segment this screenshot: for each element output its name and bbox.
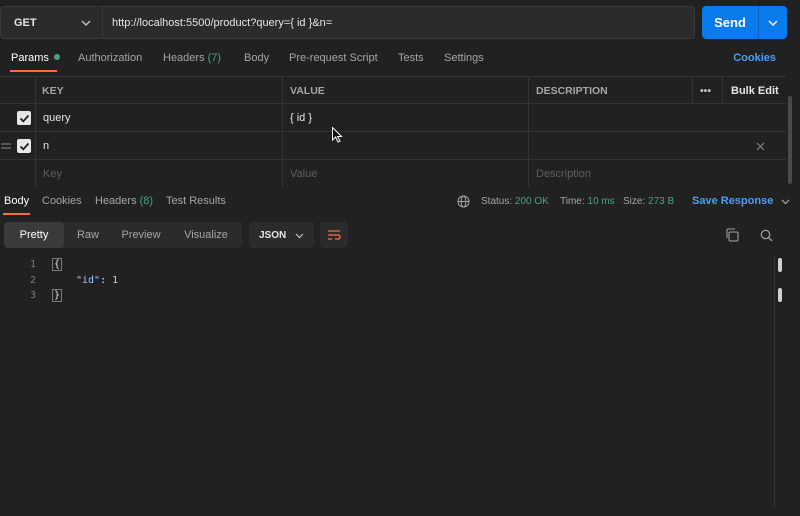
json-value: 1 [112,275,119,286]
code-line: { [52,258,63,271]
bulk-edit-button[interactable]: Bulk Edit [731,77,779,105]
request-tabs: Params Authorization Headers (7) Body Pr… [0,48,800,72]
response-tabs: Body Cookies Headers (8) Test Results St… [0,191,800,215]
value-placeholder[interactable]: Value [290,160,317,188]
line-number: 1 [29,259,36,270]
key-placeholder[interactable]: Key [43,160,62,188]
cursor-icon [332,127,343,143]
size-indicator: Size: 273 B [623,196,675,207]
active-response-tab-underline [3,213,30,215]
table-row: query { id } [0,104,786,132]
row-checkbox[interactable] [17,139,31,153]
editor-divider [774,256,775,508]
tab-headers[interactable]: Headers (7) [163,52,221,64]
editor-scroll-marker[interactable] [778,288,782,302]
value-column-header: VALUE [290,85,325,97]
view-mode-preview[interactable]: Preview [112,222,170,248]
chevron-down-icon [781,199,790,204]
code-line: "id": 1 [76,275,118,286]
globe-icon[interactable] [457,195,470,211]
editor-scroll-marker[interactable] [778,258,782,272]
params-dot-icon [53,54,60,60]
param-key[interactable]: n [43,132,49,160]
tab-response-body[interactable]: Body [4,195,29,207]
line-number: 3 [29,290,36,301]
method-select[interactable]: GET [0,6,102,39]
wrap-lines-icon [328,230,341,240]
column-divider [722,76,723,104]
url-input[interactable]: http://localhost:5500/product?query={ id… [102,6,695,39]
table-row-empty: Key Value Description [0,160,786,188]
description-column-header: DESCRIPTION [536,85,608,97]
tab-authorization[interactable]: Authorization [78,52,142,64]
param-key[interactable]: query [43,104,71,132]
tab-response-cookies[interactable]: Cookies [42,195,82,207]
tab-test-results[interactable]: Test Results [166,195,226,207]
search-icon[interactable] [758,227,774,243]
format-select[interactable]: JSON [249,222,314,248]
close-brace: } [52,289,63,302]
wrap-lines-button[interactable] [320,222,348,248]
tab-body[interactable]: Body [244,52,269,64]
copy-icon[interactable] [724,227,740,243]
save-response-button[interactable]: Save Response [692,195,790,207]
tab-settings[interactable]: Settings [444,52,484,64]
chevron-down-icon [81,20,91,26]
line-number: 2 [29,275,36,286]
tab-pre-request-script[interactable]: Pre-request Script [289,52,378,64]
view-mode-pretty[interactable]: Pretty [4,222,64,248]
tab-tests[interactable]: Tests [398,52,424,64]
format-label: JSON [259,229,287,241]
params-scrollbar[interactable] [788,96,792,184]
column-divider [692,76,693,104]
code-line: } [52,289,63,302]
cookies-link[interactable]: Cookies [733,52,776,64]
send-button[interactable]: Send [702,6,787,39]
tab-params[interactable]: Params [11,52,60,64]
response-body-editor[interactable]: 1 2 3 { "id": 1 } [0,258,770,508]
view-mode-selector: Pretty Raw Preview Visualize [4,222,242,248]
key-column-header: KEY [42,85,64,97]
open-brace: { [52,258,63,271]
column-divider [528,76,529,187]
params-header-row: KEY VALUE DESCRIPTION ••• Bulk Edit [0,76,786,104]
method-label: GET [14,16,37,29]
active-tab-underline [10,70,57,72]
delete-row-icon[interactable] [756,132,765,160]
status-indicator: Status: 200 OK [481,196,549,207]
url-text: http://localhost:5500/product?query={ id… [112,16,333,29]
tab-response-headers[interactable]: Headers (8) [95,195,153,207]
send-options-chevron-icon[interactable] [759,17,787,29]
params-table: KEY VALUE DESCRIPTION ••• Bulk Edit quer… [0,76,786,187]
description-placeholder[interactable]: Description [536,160,591,188]
row-checkbox[interactable] [17,111,31,125]
chevron-down-icon [295,233,304,239]
drag-handle-icon[interactable] [1,132,11,160]
column-divider [282,76,283,187]
column-divider [35,76,36,187]
table-row: n [0,132,786,160]
view-mode-raw[interactable]: Raw [64,222,112,248]
param-value[interactable]: { id } [290,104,312,132]
view-mode-visualize[interactable]: Visualize [170,222,242,248]
json-key: "id" [76,275,101,286]
send-label: Send [714,15,746,30]
time-indicator: Time: 10 ms [560,196,615,207]
more-options-icon[interactable]: ••• [700,77,711,105]
json-separator: : [100,275,113,286]
